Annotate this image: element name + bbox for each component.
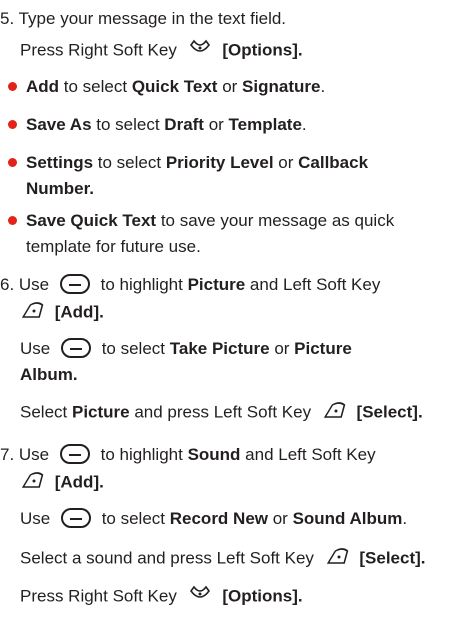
left-soft-key-icon	[20, 469, 44, 495]
step-text: Select a sound and press Left Soft Key	[20, 548, 314, 568]
step6-line3: Use to select Take Picture or Picture	[20, 337, 352, 360]
bullet-add: Add to select Quick Text or Signature.	[26, 76, 325, 98]
bullet-dot	[8, 158, 17, 167]
step5-line2: Press Right Soft Key [Options].	[20, 38, 303, 64]
bullet-dot	[8, 120, 17, 129]
step-text: and Left Soft Key	[245, 275, 381, 294]
bullet-term: Signature	[242, 77, 321, 96]
step6-line5: Select Picture and press Left Soft Key […	[20, 400, 423, 426]
step-text: Press Right Soft Key	[20, 586, 177, 606]
add-label: [Add].	[54, 302, 104, 322]
bullet-term: Priority Level	[165, 153, 274, 172]
bullet-term: Callback	[298, 153, 369, 172]
step-text: Type your message in the text field.	[18, 9, 287, 28]
navigation-key-icon	[60, 337, 91, 358]
options-label: [Options].	[222, 586, 303, 606]
step7-line5: Press Right Soft Key [Options].	[20, 584, 303, 610]
step-text: and press Left Soft Key	[129, 402, 312, 422]
step-text: Select	[20, 402, 72, 422]
step-number: 6. Use	[0, 275, 50, 294]
bullet-term: Save As	[26, 115, 92, 134]
step-text: Use	[20, 339, 51, 358]
bullet-dot	[8, 216, 17, 225]
bullet-save-as: Save As to select Draft or Template.	[26, 114, 307, 136]
step-text: or	[268, 509, 293, 528]
bullet-term: Quick Text	[131, 77, 218, 96]
step-term: Picture	[294, 339, 352, 358]
step-text: and Left Soft Key	[240, 445, 376, 464]
bullet-text: or	[273, 153, 299, 172]
bullet-text: to select	[59, 77, 132, 96]
step7-line1: 7. Use to highlight Sound and Left Soft …	[0, 443, 376, 466]
step5-line1: 5. Type your message in the text field.	[0, 8, 286, 30]
step-number: 7. Use	[0, 445, 50, 464]
manual-page: 5. Type your message in the text field. …	[0, 0, 450, 620]
step6-line2: [Add].	[20, 300, 104, 326]
step-term: Sound	[187, 445, 241, 464]
bullet-term: Draft	[164, 115, 204, 134]
step-text: to highlight	[100, 445, 188, 464]
left-soft-key-icon	[20, 299, 44, 325]
bullet-text: to select	[93, 153, 166, 172]
select-label: [Select].	[356, 402, 423, 422]
bullet-dot	[8, 82, 17, 91]
step-term: Picture	[71, 402, 130, 422]
right-soft-key-icon	[188, 37, 212, 63]
select-label: [Select].	[359, 548, 426, 568]
step-text: or	[269, 339, 295, 358]
step-number: 5.	[0, 9, 15, 28]
step-text: to select	[101, 339, 170, 358]
step7-line3: Use to select Record New or Sound Album.	[20, 507, 408, 530]
add-label: [Add].	[54, 472, 104, 492]
bullet-text: to select	[91, 115, 165, 134]
step-term: Picture	[187, 275, 246, 294]
options-label: [Options].	[222, 40, 303, 60]
bullet-text: or	[203, 115, 229, 134]
bullet-term: Save Quick Text	[26, 211, 157, 230]
bullet-text: or	[217, 77, 243, 96]
navigation-key-icon	[59, 443, 90, 464]
navigation-key-icon	[59, 273, 90, 294]
left-soft-key-icon	[325, 545, 349, 571]
step6-album: Album.	[20, 365, 78, 384]
bullet-term: Settings	[26, 153, 94, 172]
step-term: Take Picture	[169, 339, 270, 358]
bullet-sqt-cont: template for future use.	[26, 237, 201, 256]
bullet-text: .	[301, 115, 307, 134]
step7-line4: Select a sound and press Left Soft Key […	[20, 546, 426, 572]
navigation-key-icon	[60, 507, 91, 528]
step-text: Use	[20, 509, 51, 528]
bullet-settings: Settings to select Priority Level or Cal…	[26, 152, 368, 174]
step7-line2: [Add].	[20, 470, 104, 496]
step6-line1: 6. Use to highlight Picture and Left Sof…	[0, 273, 381, 296]
right-soft-key-icon	[188, 583, 212, 609]
bullet-save-quick-text: Save Quick Text to save your message as …	[26, 210, 394, 232]
bullet-term: Add	[26, 77, 60, 96]
step-term: Record New	[169, 509, 268, 528]
left-soft-key-icon	[322, 399, 346, 425]
bullet-settings-cont: Number.	[26, 179, 95, 198]
bullet-term: Template	[228, 115, 302, 134]
step-text: to select	[101, 509, 170, 528]
bullet-text: to save your message as quick	[156, 211, 395, 230]
step-text: to highlight	[100, 275, 188, 294]
step-term: Sound Album	[292, 509, 403, 528]
step-text: .	[402, 509, 408, 528]
step-text: Press Right Soft Key	[20, 40, 177, 60]
bullet-text: .	[320, 77, 326, 96]
